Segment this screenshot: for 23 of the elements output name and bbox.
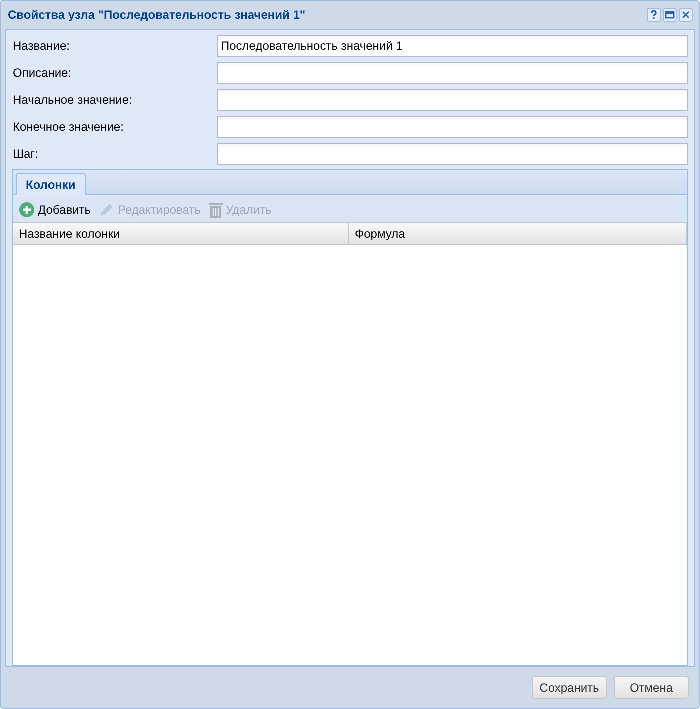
pencil-icon xyxy=(99,202,116,218)
maximize-icon[interactable] xyxy=(663,8,677,22)
close-icon[interactable] xyxy=(679,8,693,22)
window-title: Свойства узла "Последовательность значений 1" xyxy=(8,7,307,24)
text-field[interactable] xyxy=(217,62,688,84)
field-label: Начальное значение: xyxy=(12,92,134,109)
column-header[interactable]: Название колонки xyxy=(13,223,349,244)
plus-icon xyxy=(19,202,35,218)
field-label: Описание: xyxy=(12,65,73,82)
add-button[interactable]: Добавить xyxy=(17,198,94,220)
text-field[interactable]: Последовательность значений 1 xyxy=(217,35,688,57)
text-field[interactable] xyxy=(217,89,688,111)
text-field[interactable] xyxy=(217,143,688,165)
column-header[interactable]: Формула xyxy=(349,223,687,244)
text-field[interactable] xyxy=(217,116,688,138)
dialog-button[interactable]: Сохранить xyxy=(532,676,607,699)
dialog-button[interactable]: Отмена xyxy=(614,676,689,699)
field-label: Название: xyxy=(12,38,71,55)
trash-icon xyxy=(208,202,223,218)
field-label: Конечное значение: xyxy=(12,119,125,136)
help-icon[interactable] xyxy=(647,8,661,22)
tab[interactable]: Колонки xyxy=(16,173,86,195)
field-label: Шаг: xyxy=(12,146,40,163)
